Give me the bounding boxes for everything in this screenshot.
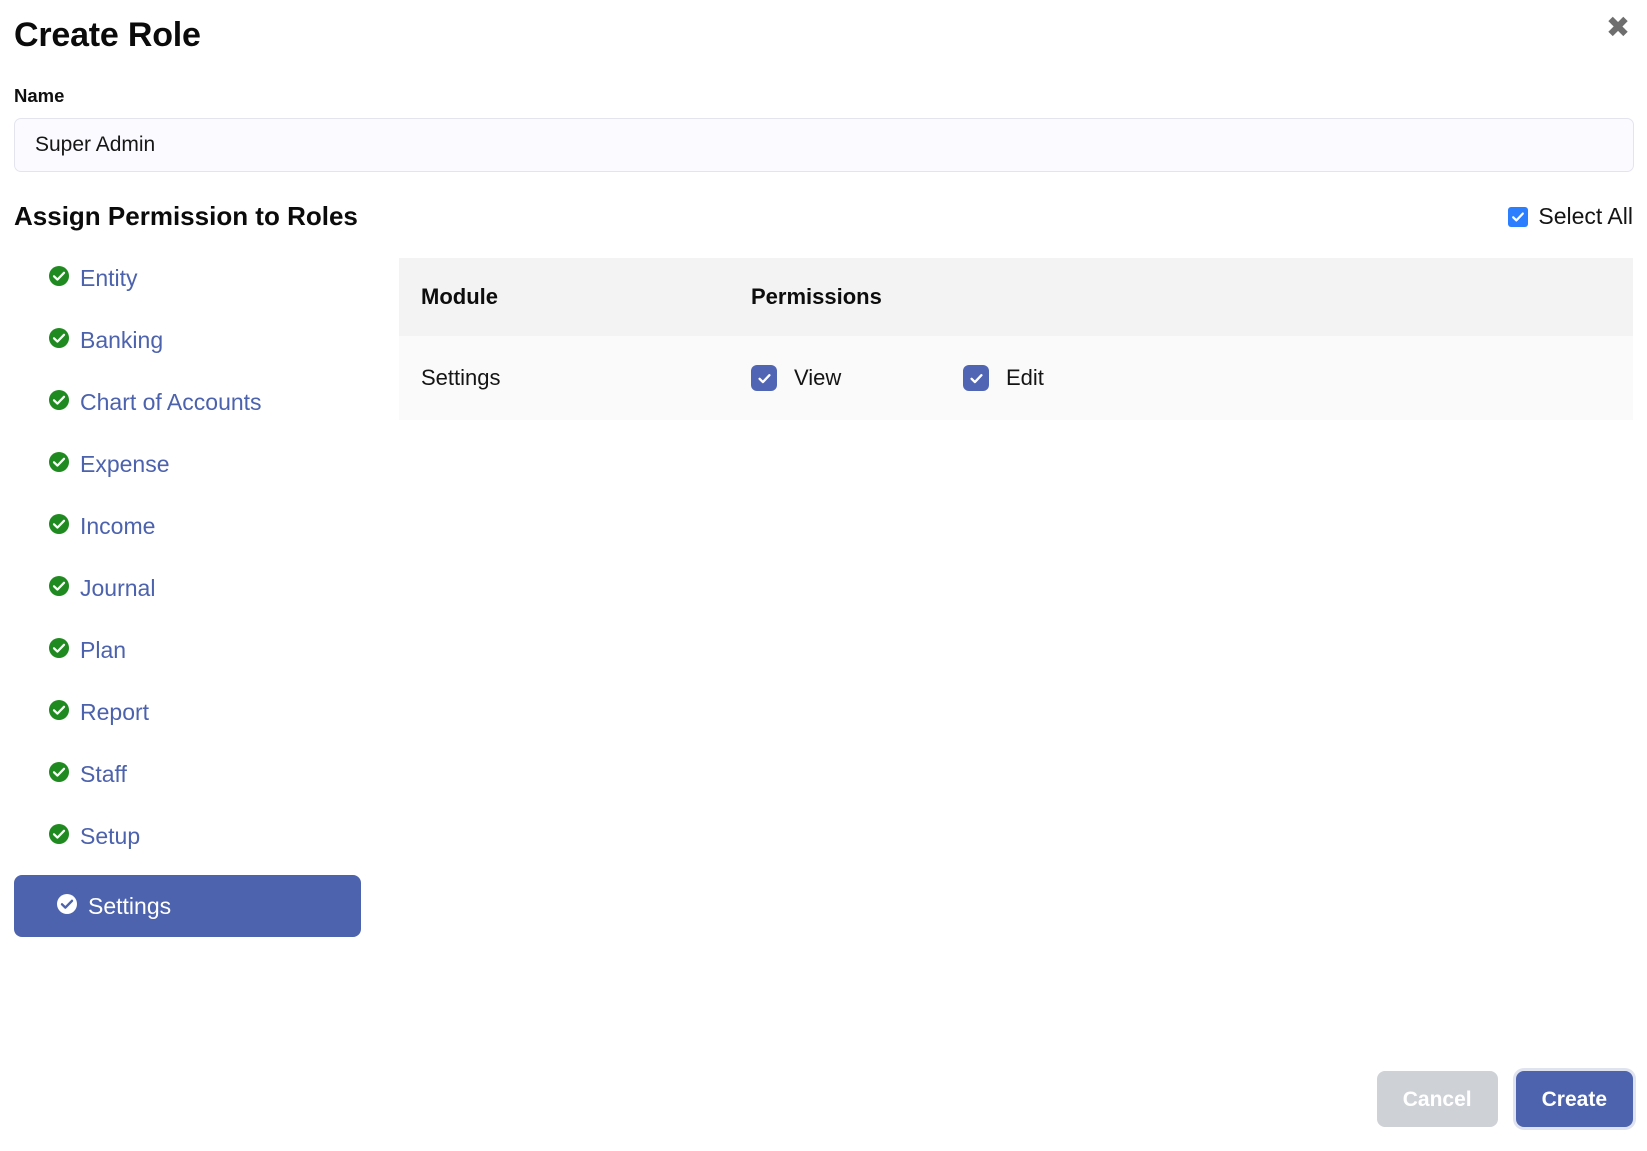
permissions-table: Module Permissions Settings View Edit [399,258,1633,421]
check-circle-icon [48,575,70,602]
module-item-expense[interactable]: Expense [14,441,377,487]
module-item-label: Entity [80,264,138,291]
module-item-label: Expense [80,450,170,477]
module-item-plan[interactable]: Plan [14,627,377,673]
module-item-chart-of-accounts[interactable]: Chart of Accounts [14,379,377,425]
module-item-label: Income [80,512,156,539]
module-item-label: Banking [80,326,164,353]
module-item-label: Plan [80,636,127,663]
check-circle-icon [48,389,70,416]
module-list: Entity Banking Chart of Accounts Expense… [0,255,377,938]
column-header-permissions: Permissions [751,284,882,310]
assign-permission-title: Assign Permission to Roles [14,201,358,232]
view-permission-checkbox[interactable] [751,365,777,392]
module-item-banking[interactable]: Banking [14,317,377,363]
name-field-block: Name [0,85,1647,173]
permission-edit[interactable]: Edit [963,365,1175,392]
table-header-row: Module Permissions [399,258,1633,337]
permission-cells: View Edit [751,365,1175,392]
check-circle-icon [56,893,78,920]
module-item-label: Staff [80,760,127,787]
module-item-label: Journal [80,574,156,601]
view-permission-label: View [794,365,842,391]
module-item-setup[interactable]: Setup [14,813,377,859]
close-icon[interactable]: ✖ [1601,10,1635,44]
module-item-label: Setup [80,822,141,849]
assign-permission-header: Assign Permission to Roles Select All [0,201,1647,232]
table-row: Settings View Edit [399,336,1633,421]
module-item-report[interactable]: Report [14,689,377,735]
page-title: Create Role [14,16,201,54]
cancel-button[interactable]: Cancel [1376,1071,1498,1127]
modal-footer: Cancel Create [1376,1071,1633,1127]
module-item-settings[interactable]: Settings [14,875,361,938]
permission-view[interactable]: View [751,365,963,392]
module-item-entity[interactable]: Entity [14,255,377,301]
module-item-label: Chart of Accounts [80,388,262,415]
select-all-checkbox[interactable] [1508,206,1529,227]
module-item-label: Settings [88,892,172,919]
check-circle-icon [48,637,70,664]
module-item-journal[interactable]: Journal [14,565,377,611]
check-circle-icon [48,327,70,354]
module-item-label: Report [80,698,150,725]
edit-permission-checkbox[interactable] [963,365,989,392]
create-button[interactable]: Create [1515,1071,1633,1127]
edit-permission-label: Edit [1006,365,1044,391]
select-all-label: Select All [1538,203,1633,230]
check-circle-icon [48,699,70,726]
check-circle-icon [48,513,70,540]
check-circle-icon [48,761,70,788]
cell-module-name: Settings [421,365,501,391]
name-input[interactable] [14,118,1634,173]
name-label: Name [14,85,65,107]
module-item-income[interactable]: Income [14,503,377,549]
check-circle-icon [48,451,70,478]
check-circle-icon [48,265,70,292]
select-all-group[interactable]: Select All [1508,203,1633,230]
permissions-body: Entity Banking Chart of Accounts Expense… [0,255,1647,938]
modal-header: Create Role ✖ [0,0,1647,55]
module-item-staff[interactable]: Staff [14,751,377,797]
column-header-module: Module [421,284,498,310]
check-circle-icon [48,823,70,850]
